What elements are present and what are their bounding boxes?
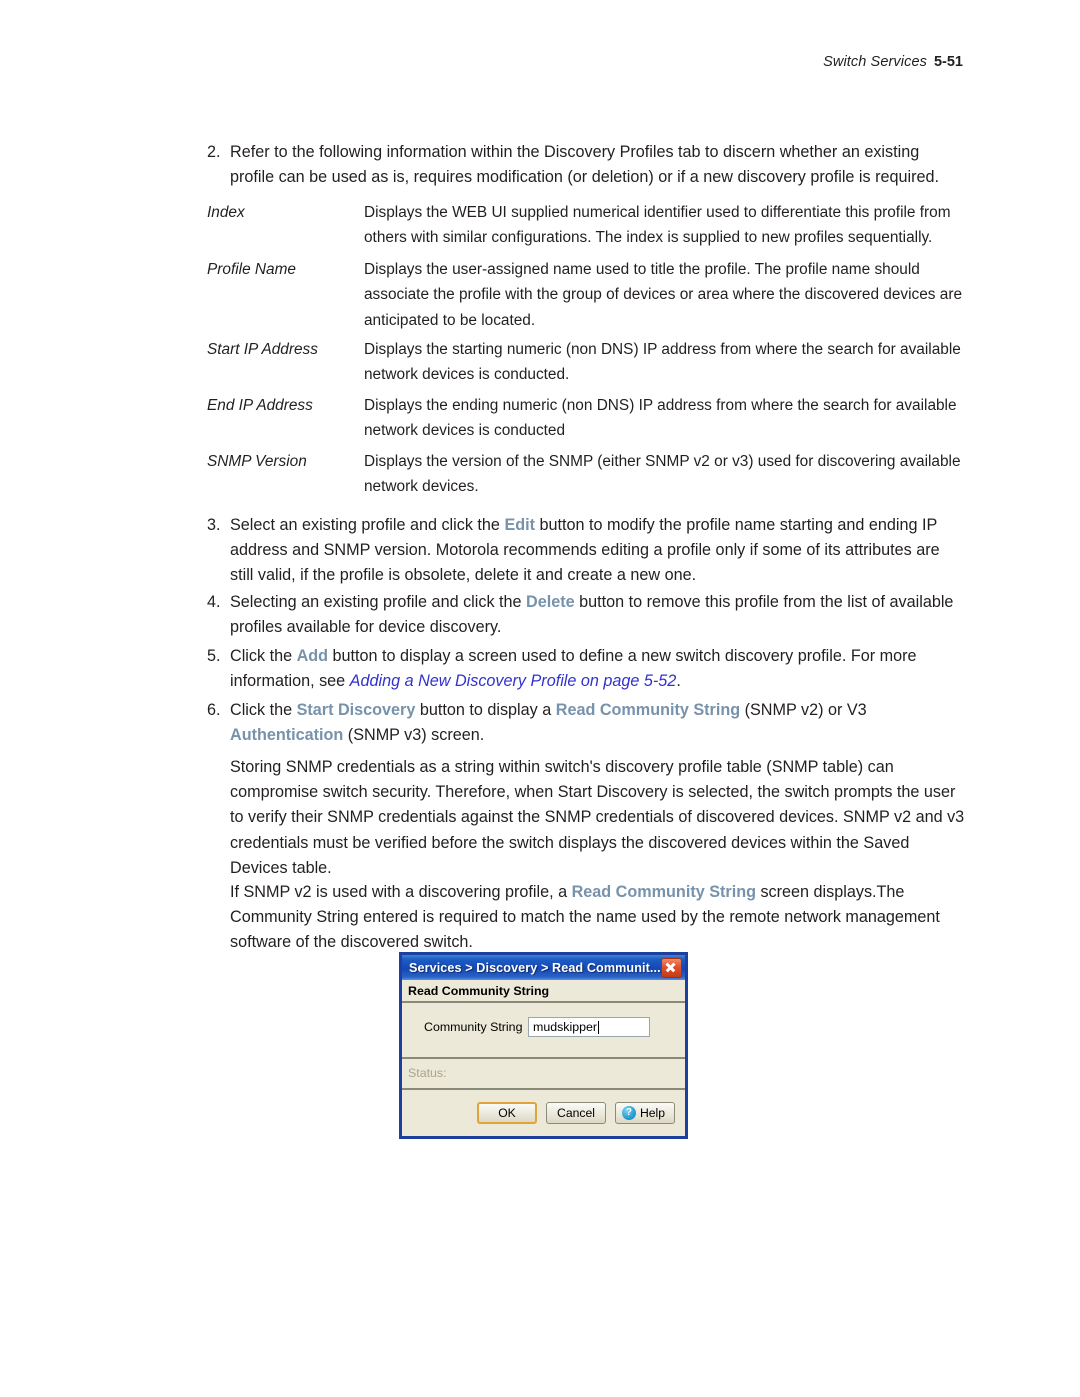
help-button[interactable]: ? Help — [615, 1102, 675, 1124]
definition-description: Displays the version of the SNMP (either… — [364, 453, 961, 496]
definition-term: Profile Name — [207, 261, 296, 278]
cancel-button[interactable]: Cancel — [546, 1102, 606, 1124]
step-item-3: 3. Select an existing profile and click … — [207, 513, 962, 589]
step-text-6: Click the Start Discovery button to disp… — [230, 698, 962, 748]
snmpv2-text-part1: If SNMP v2 is used with a discovering pr… — [230, 883, 572, 901]
page-header: Switch Services 5-51 — [0, 54, 1080, 70]
keyword-authentication: Authentication — [230, 726, 344, 745]
step-item-4: 4. Selecting an existing profile and cli… — [207, 590, 962, 640]
keyword-delete: Delete — [526, 593, 575, 611]
step-text-4: Selecting an existing profile and click … — [230, 590, 962, 640]
definition-term: Index — [207, 204, 245, 221]
step6-text-part1: Click the — [230, 701, 297, 719]
dialog-breadcrumb-title: Services > Discovery > Read Communit... — [409, 960, 661, 975]
close-icon[interactable] — [661, 957, 682, 978]
community-string-label: Community String — [424, 1020, 523, 1034]
step-item-5: 5. Click the Add button to display a scr… — [207, 644, 962, 694]
keyword-read-community-string: Read Community String — [571, 883, 756, 901]
paragraph-snmpv2-note: If SNMP v2 is used with a discovering pr… — [230, 880, 965, 956]
definition-term: SNMP Version — [207, 453, 307, 470]
step-text-2: Refer to the following information withi… — [230, 143, 939, 187]
definition-term: End IP Address — [207, 397, 313, 414]
keyword-start-discovery: Start Discovery — [296, 701, 416, 719]
step-item-6: 6. Click the Start Discovery button to d… — [207, 698, 962, 748]
keyword-edit: Edit — [504, 516, 536, 534]
definition-description: Displays the user-assigned name used to … — [364, 261, 963, 329]
step6-text-part3: (SNMP v2) or V3 — [740, 701, 867, 719]
header-book-title: Switch Services — [823, 54, 927, 70]
step-number-6: 6. — [207, 701, 221, 719]
step-number-4: 4. — [207, 593, 221, 611]
dialog-status-area: Status: — [402, 1059, 685, 1090]
dialog-section-title: Read Community String — [402, 980, 685, 1003]
step6-text-part2: button to display a — [415, 701, 556, 719]
cross-reference-link[interactable]: Adding a New Discovery Profile on page 5… — [350, 672, 677, 690]
step-number-3: 3. — [207, 516, 221, 534]
dialog-body: Read Community String Community String m… — [402, 980, 685, 1136]
step3-text-part1: Select an existing profile and click the — [230, 516, 505, 534]
paragraph-security-note: Storing SNMP credentials as a string wit… — [230, 758, 965, 877]
step5-text-part3: . — [676, 672, 681, 691]
definition-row-start-ip-address: Start IP Address Displays the starting n… — [207, 337, 964, 388]
step-text-3: Select an existing profile and click the… — [230, 513, 962, 589]
definition-row-profile-name: Profile Name Displays the user-assigned … — [207, 257, 964, 333]
step5-text-part1: Click the — [230, 647, 297, 665]
definition-row-end-ip-address: End IP Address Displays the ending numer… — [207, 393, 964, 444]
dialog-button-bar: OK Cancel ? Help — [402, 1090, 685, 1136]
definition-row-index: Index Displays the WEB UI supplied numer… — [207, 200, 964, 251]
step-text-5: Click the Add button to display a screen… — [230, 644, 962, 694]
community-string-value: mudskipper — [533, 1020, 598, 1034]
dialog-titlebar: Services > Discovery > Read Communit... — [402, 955, 685, 980]
keyword-add: Add — [296, 647, 329, 665]
status-label: Status: — [408, 1066, 447, 1080]
definition-description: Displays the WEB UI supplied numerical i… — [364, 204, 951, 247]
help-button-label: Help — [639, 1106, 666, 1120]
definition-description: Displays the ending numeric (non DNS) IP… — [364, 397, 957, 440]
definition-term: Start IP Address — [207, 341, 318, 358]
step6-text-part4: (SNMP v3) screen. — [343, 726, 485, 745]
community-string-input[interactable]: mudskipper — [528, 1017, 650, 1037]
community-string-row: Community String mudskipper — [410, 1017, 677, 1037]
definition-description: Displays the starting numeric (non DNS) … — [364, 341, 961, 384]
step4-text-part1: Selecting an existing profile and click … — [230, 593, 527, 611]
text-caret — [598, 1020, 600, 1034]
dialog-field-area: Community String mudskipper — [402, 1003, 685, 1059]
step-number-5: 5. — [207, 647, 221, 665]
step-number-2: 2. — [207, 143, 221, 161]
step-item-2: 2. Refer to the following information wi… — [207, 140, 962, 190]
read-community-string-dialog: Services > Discovery > Read Communit... … — [399, 952, 688, 1139]
ok-button[interactable]: OK — [477, 1102, 537, 1124]
keyword-read-community-string: Read Community String — [555, 701, 741, 719]
header-page-number: 5-51 — [933, 54, 963, 70]
question-mark-icon: ? — [621, 1106, 636, 1120]
definition-row-snmp-version: SNMP Version Displays the version of the… — [207, 449, 964, 500]
